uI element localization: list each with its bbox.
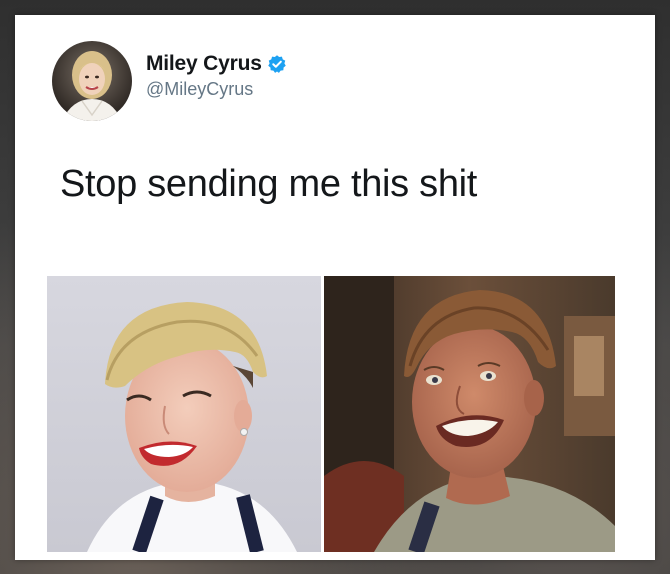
tweet-text: Stop sending me this shit: [60, 163, 478, 205]
author-block: Miley Cyrus @MileyCyrus: [146, 52, 287, 100]
tweet-card: Miley Cyrus @MileyCyrus Stop sending me …: [15, 15, 655, 560]
tweet-header: Miley Cyrus @MileyCyrus: [52, 41, 287, 121]
tweet-media[interactable]: [47, 276, 615, 552]
media-photo-right[interactable]: [324, 276, 615, 552]
media-photo-left[interactable]: [47, 276, 321, 552]
author-name-row[interactable]: Miley Cyrus: [146, 52, 287, 76]
avatar-photo-icon: [52, 41, 132, 121]
photo-smiling-man-bowl-cut-icon: [324, 276, 615, 552]
avatar[interactable]: [52, 41, 132, 121]
photo-smiling-blonde-bowl-cut-icon: [47, 276, 321, 552]
author-name[interactable]: Miley Cyrus: [146, 52, 262, 76]
author-handle[interactable]: @MileyCyrus: [146, 79, 287, 100]
verified-badge-icon: [267, 55, 286, 73]
